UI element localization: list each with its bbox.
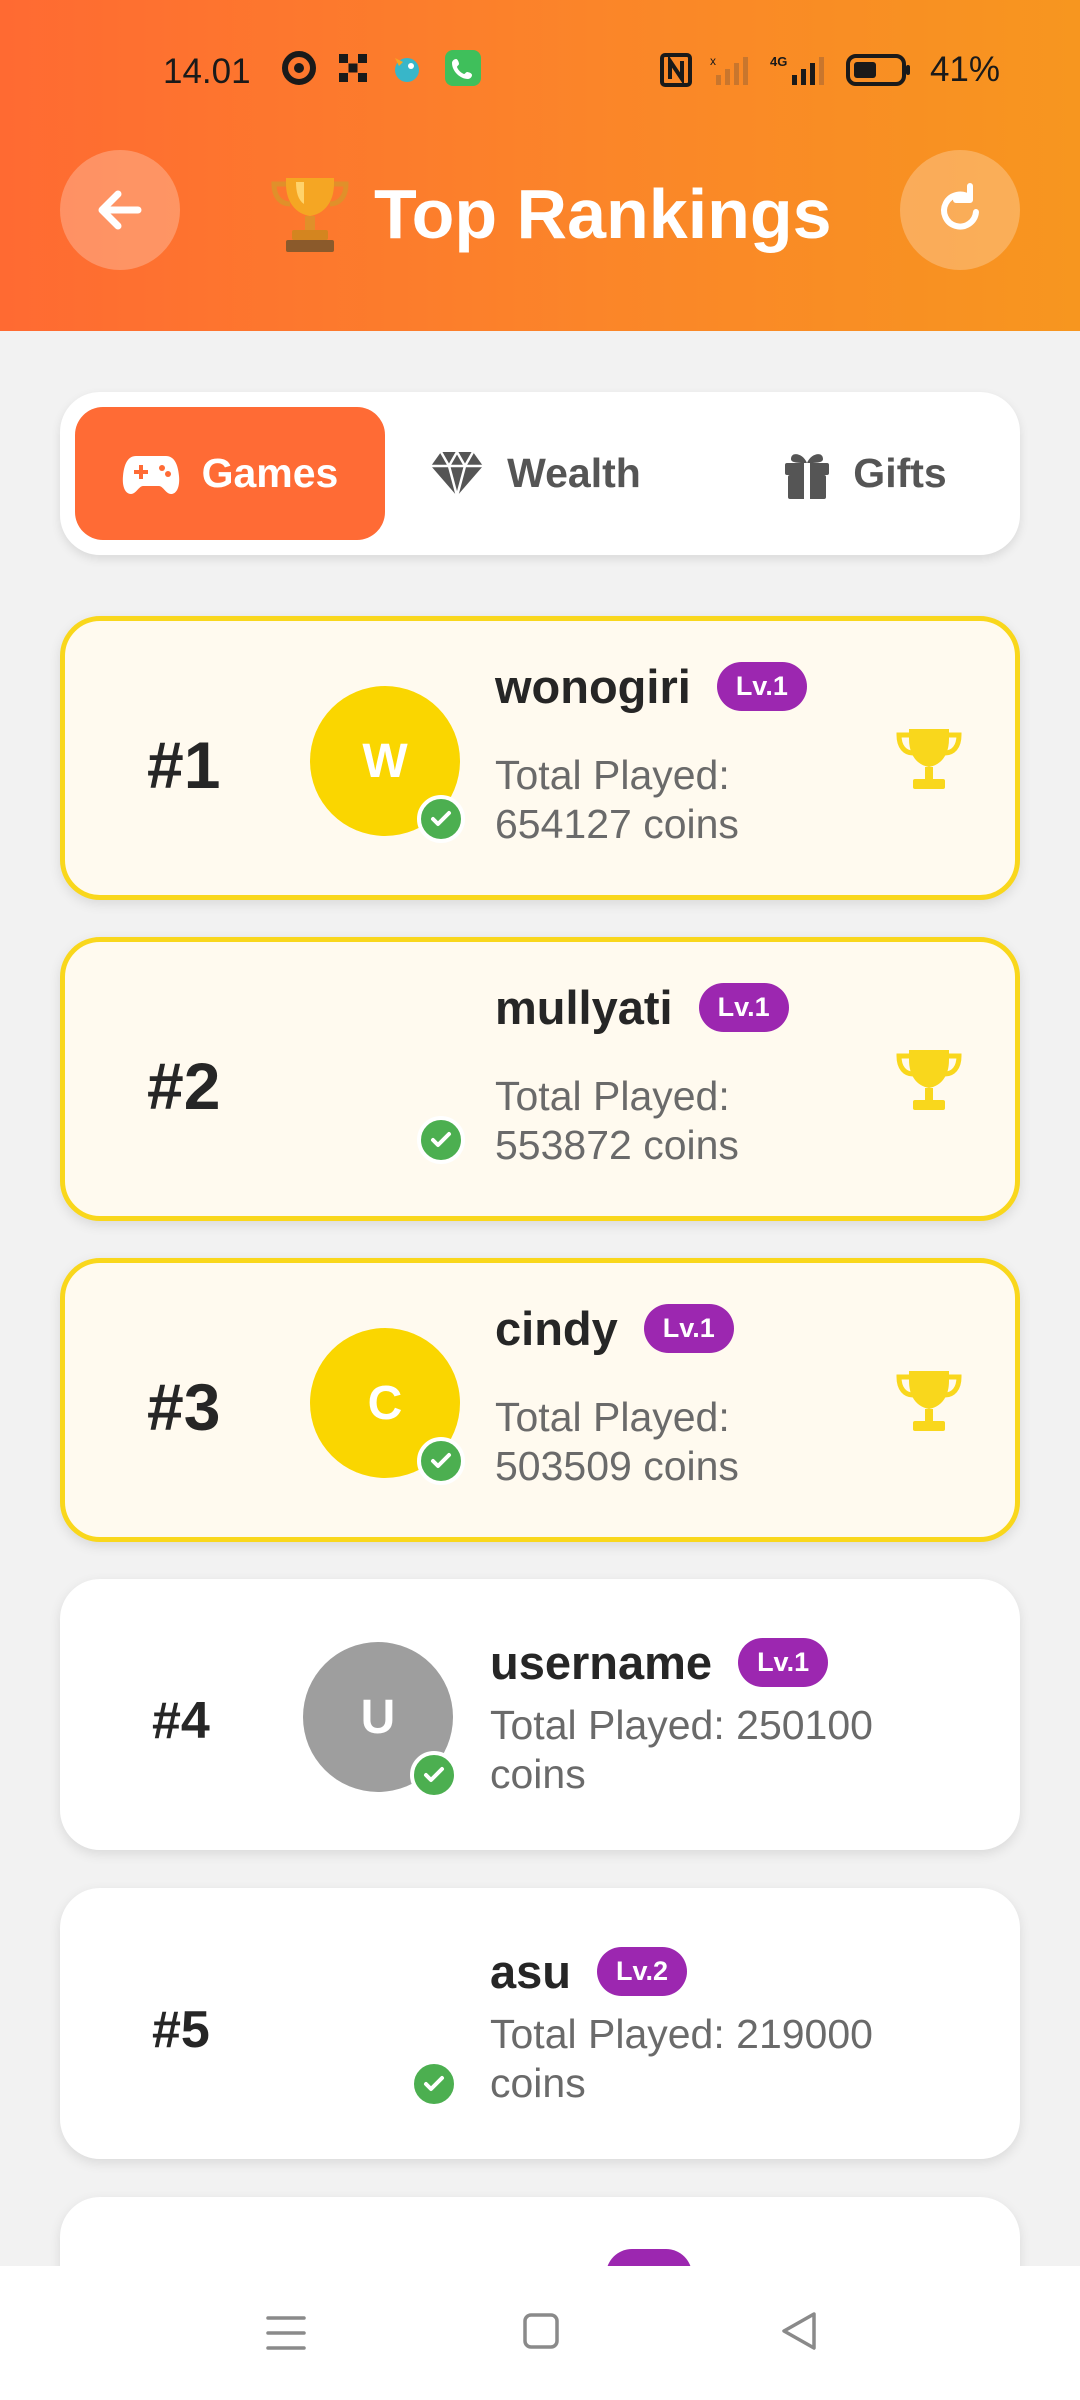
- rank-number: #4: [152, 1692, 210, 1750]
- home-icon[interactable]: [522, 2312, 560, 2350]
- user-name-row: asu Lv.2: [490, 1944, 688, 1999]
- verified-badge: [417, 1437, 465, 1485]
- category-tabs: Games Wealth Gifts: [60, 392, 1020, 555]
- level-badge: Lv.1: [738, 1638, 829, 1687]
- signal-icon-sim1: x: [710, 54, 748, 85]
- level-badge: Lv.1: [643, 1304, 734, 1353]
- trophy-icon: [896, 1050, 962, 1110]
- check-icon: [431, 1453, 451, 1468]
- username: username: [490, 1636, 713, 1689]
- page-title: Top Rankings: [266, 168, 832, 260]
- verified-badge: [417, 1116, 465, 1164]
- check-icon: [431, 811, 451, 826]
- verified-badge: [410, 2060, 458, 2108]
- signal-4g-icon: 4G: [770, 54, 824, 85]
- system-status-icons: x 4G 41%: [659, 50, 1000, 90]
- system-navigation-bar: [0, 2266, 1080, 2400]
- trophy-icon: [896, 729, 962, 789]
- total-played: Total Played: 654127 coins: [495, 752, 739, 847]
- diamond-icon: [431, 448, 484, 499]
- username: mullyati: [495, 981, 673, 1034]
- total-played: Total Played: 503509 coins: [495, 1394, 739, 1489]
- record-icon: [282, 51, 316, 85]
- check-icon: [431, 1132, 451, 1147]
- back-nav-icon[interactable]: [780, 2310, 818, 2352]
- svg-text:x: x: [710, 54, 716, 68]
- username: cindy: [495, 1302, 618, 1355]
- bird-app-icon: [395, 58, 419, 82]
- gift-icon: [785, 453, 830, 499]
- total-played: Total Played: 219000 coins: [490, 2011, 873, 2106]
- phone-app-icon: [445, 50, 481, 86]
- user-name-row: mullyati Lv.1: [495, 980, 789, 1035]
- avatar-initial: C: [367, 1376, 403, 1430]
- refresh-icon: [941, 183, 979, 230]
- notification-icons: [281, 50, 481, 86]
- rank-number: #2: [147, 1049, 221, 1123]
- total-played: Total Played: 250100 coins: [490, 1702, 873, 1797]
- back-button[interactable]: [60, 150, 180, 270]
- ranking-card[interactable]: #3 C cindy Lv.1 Total Played: 503509 coi…: [60, 1258, 1020, 1542]
- tab-wealth-label: Wealth: [507, 450, 641, 496]
- status-bar: 14.01 x 4G 41%: [0, 30, 1080, 114]
- gamepad-icon: [122, 455, 179, 494]
- username: wonogiri: [495, 660, 691, 713]
- user-name-row: cindy Lv.1: [495, 1301, 734, 1356]
- user-name-row: wonogiri Lv.1: [495, 659, 807, 714]
- level-badge: Lv.1: [698, 983, 789, 1032]
- rank-number: #3: [147, 1370, 221, 1444]
- verified-badge: [410, 1751, 458, 1799]
- nfc-icon: [659, 53, 692, 87]
- battery-icon: [845, 54, 910, 86]
- app-header: 14.01 x 4G 41% Top Rankings: [0, 0, 1080, 331]
- level-badge: Lv.1: [716, 662, 807, 711]
- check-icon: [424, 1767, 444, 1782]
- ranking-card[interactable]: #2 mullyati Lv.1 Total Played: 553872 co…: [60, 937, 1020, 1221]
- page-title-text: Top Rankings: [374, 175, 832, 253]
- avatar-initial: U: [360, 1690, 396, 1744]
- tab-gifts[interactable]: Gifts: [740, 407, 990, 540]
- rank-number: #1: [147, 728, 221, 802]
- ranking-card[interactable]: #4 U username Lv.1 Total Played: 250100 …: [60, 1579, 1020, 1850]
- avatar-initial: W: [362, 734, 408, 788]
- check-icon: [424, 2076, 444, 2091]
- arrow-left-icon: [98, 190, 142, 230]
- ranking-card[interactable]: #1 W wonogiri Lv.1 Total Played: 654127 …: [60, 616, 1020, 900]
- trophy-icon: [271, 178, 349, 252]
- svg-text:4G: 4G: [770, 54, 787, 69]
- level-badge: Lv.2: [597, 1947, 688, 1996]
- grid-app-icon: [339, 54, 367, 82]
- tab-games[interactable]: Games: [75, 407, 385, 540]
- tab-wealth[interactable]: Wealth: [405, 407, 665, 540]
- ranking-card[interactable]: #5 asu Lv.2 Total Played: 219000 coins: [60, 1888, 1020, 2159]
- battery-percentage: 41%: [929, 50, 1000, 89]
- user-name-row: username Lv.1: [490, 1635, 829, 1690]
- verified-badge: [417, 795, 465, 843]
- menu-icon[interactable]: [266, 2314, 306, 2352]
- tab-games-label: Games: [201, 450, 339, 496]
- tab-gifts-label: Gifts: [853, 450, 947, 496]
- refresh-button[interactable]: [900, 150, 1020, 270]
- rank-number: #5: [152, 2001, 210, 2059]
- trophy-icon: [896, 1371, 962, 1431]
- total-played: Total Played: 553872 coins: [495, 1073, 739, 1168]
- status-time: 14.01: [163, 52, 251, 91]
- username: asu: [490, 1945, 571, 1998]
